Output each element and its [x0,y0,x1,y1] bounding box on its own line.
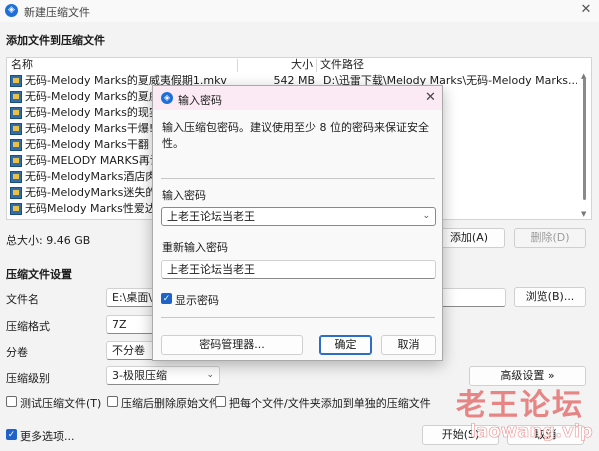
ok-button[interactable]: 确定 [319,335,372,355]
delete-after-label[interactable]: 压缩后删除原始文件 [121,395,220,411]
password-dialog: ◈ 输入密码 ✕ 输入压缩包密码。建议使用至少 8 位的密码来保证安全性。 输入… [152,85,443,361]
browse-button[interactable]: 浏览(B)... [514,287,586,307]
dialog-cancel-button[interactable]: 取消 [381,335,436,355]
confirm-password-input[interactable]: 上老王论坛当老王 [161,260,436,279]
filename-label: 文件名 [6,293,39,306]
dialog-hint-text: 输入压缩包密码。建议使用至少 8 位的密码来保证安全性。 [162,121,429,150]
column-header-size[interactable]: 大小 [291,58,313,72]
archive-file-icon [10,91,22,103]
column-divider[interactable] [316,59,317,72]
more-options-checkbox[interactable]: ✓ [6,429,17,440]
test-archive-checkbox[interactable] [6,396,17,407]
chevron-down-icon[interactable]: ⌄ [422,208,430,225]
split-label: 分卷 [6,346,28,359]
password-label: 输入密码 [162,189,206,202]
divider [161,178,435,179]
app-logo-icon: ◈ [161,92,173,104]
add-button[interactable]: 添加(A) [433,228,505,248]
delete-button[interactable]: 删除(D) [514,228,586,248]
file-list-scrollbar[interactable]: ▲ ▼ [579,72,591,219]
watermark-logo: 老王论坛 [456,388,584,423]
format-select-value: 7Z [112,318,127,331]
dialog-title-bar: ◈ 输入密码 ✕ [153,86,442,110]
archive-file-icon [10,139,22,151]
password-manager-button[interactable]: 密码管理器... [161,335,303,355]
column-header-path[interactable]: 文件路径 [320,58,364,72]
delete-after-checkbox[interactable] [107,396,118,407]
column-divider[interactable] [237,59,238,72]
format-label: 压缩格式 [6,320,50,333]
archive-file-icon [10,187,22,199]
level-label: 压缩级别 [6,372,50,385]
archive-file-icon [10,203,22,215]
watermark-url: laowang.vip [470,421,593,443]
level-select-value: 3-极限压缩 [112,369,167,382]
archive-file-icon [10,107,22,119]
password-input-value: 上老王论坛当老王 [167,210,255,223]
show-password-label[interactable]: 显示密码 [175,292,219,308]
window-title: 新建压缩文件 [24,6,90,19]
add-files-section-title: 添加文件到压缩文件 [6,34,105,47]
settings-section-title: 压缩文件设置 [6,268,72,281]
title-bar: ◈ 新建压缩文件 ✕ [0,0,599,22]
scrollbar-thumb[interactable] [583,78,586,200]
confirm-password-label: 重新输入密码 [162,241,228,254]
dialog-close-button[interactable]: ✕ [425,90,436,105]
total-size-text: 总大小: 9.46 GB [6,234,91,247]
file-list-header: 名称 大小 文件路径 [7,58,591,72]
archive-file-icon [10,171,22,183]
test-archive-label[interactable]: 测试压缩文件(T) [20,395,101,411]
divider [161,317,435,318]
level-select[interactable]: 3-极限压缩 ⌄ [106,366,220,385]
app-logo-icon: ◈ [5,4,18,17]
split-select-value: 不分卷 [112,344,145,357]
each-separate-label[interactable]: 把每个文件/文件夹添加到单独的压缩文件 [229,395,431,411]
window-close-button[interactable]: ✕ [578,2,594,18]
scroll-down-icon[interactable]: ▼ [581,210,586,218]
archive-file-icon [10,155,22,167]
show-password-checkbox[interactable]: ✓ [161,293,172,304]
more-options-label[interactable]: 更多选项... [20,428,75,444]
password-input[interactable]: 上老王论坛当老王 ⌄ [161,207,436,226]
column-header-name[interactable]: 名称 [11,58,33,72]
dialog-title: 输入密码 [178,94,222,107]
each-separate-checkbox[interactable] [215,396,226,407]
archive-file-icon [10,75,22,87]
chevron-down-icon: ⌄ [206,370,214,380]
archive-file-icon [10,123,22,135]
